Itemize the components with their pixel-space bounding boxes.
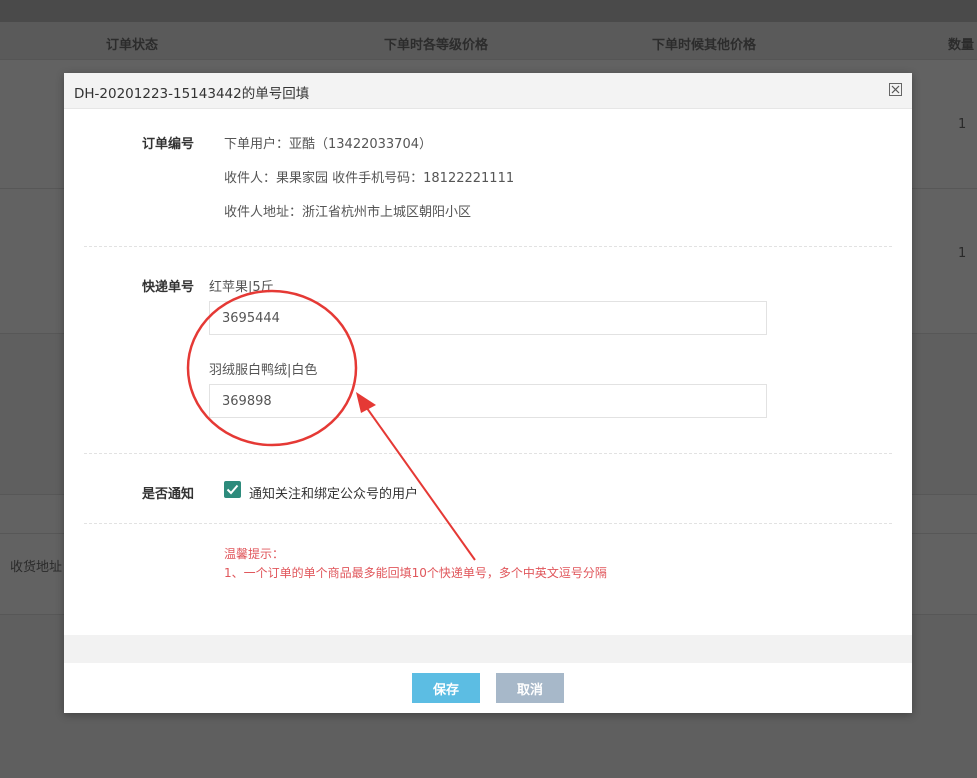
annotation-arrowhead: [356, 392, 376, 413]
annotation-arrow-shaft: [363, 403, 476, 561]
annotation-overlay: [186, 289, 476, 561]
annotation-circle: [186, 289, 358, 447]
